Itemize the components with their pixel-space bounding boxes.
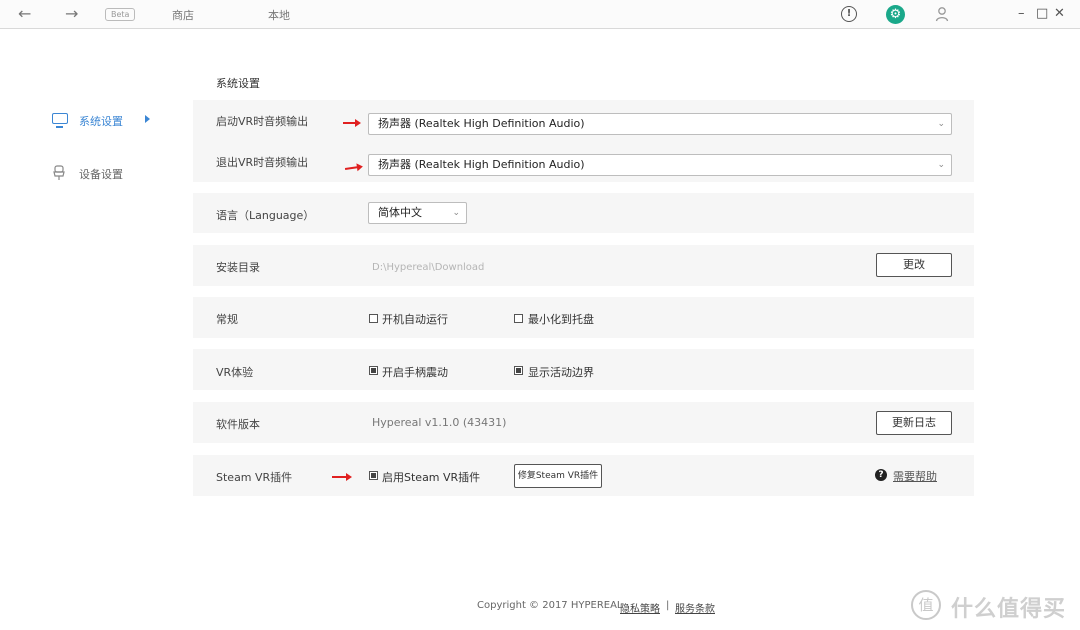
page-title: 系统设置 <box>216 77 260 90</box>
version-label: 软件版本 <box>216 418 260 431</box>
show-boundary-checkbox[interactable] <box>514 366 523 375</box>
select-value: 简体中文 <box>378 206 422 219</box>
beta-badge: Beta <box>105 8 136 21</box>
enable-steam-vr-checkbox[interactable] <box>369 471 378 480</box>
install-dir-value: D:\Hypereal\Download <box>372 262 485 273</box>
changelog-button[interactable]: 更新日志 <box>876 411 952 435</box>
tab-store[interactable]: 商店 <box>172 7 194 23</box>
alert-circle-icon[interactable]: ! <box>841 6 857 22</box>
close-icon[interactable]: ✕ <box>1054 6 1065 22</box>
user-icon[interactable] <box>934 6 950 22</box>
select-value: 扬声器 (Realtek High Definition Audio) <box>378 117 585 130</box>
audio-exit-label: 退出VR时音频输出 <box>216 156 309 169</box>
sidebar-item-system-settings[interactable]: 系统设置 <box>52 110 162 130</box>
device-icon <box>52 165 68 181</box>
red-arrow-annotation <box>343 119 361 127</box>
auto-start-checkbox[interactable] <box>369 314 378 323</box>
footer-separator: | <box>666 600 670 611</box>
sidebar-item-label: 系统设置 <box>79 115 123 128</box>
version-card <box>193 402 974 443</box>
caret-right-icon <box>145 115 150 123</box>
minimize-tray-label[interactable]: 最小化到托盘 <box>528 311 594 327</box>
privacy-link[interactable]: 隐私策略 <box>620 600 660 615</box>
watermark-logo-icon: 值 <box>911 590 941 620</box>
vr-experience-label: VR体验 <box>216 366 254 379</box>
change-button[interactable]: 更改 <box>876 253 952 277</box>
chevron-down-icon: ⌄ <box>452 208 460 218</box>
controller-vibration-label[interactable]: 开启手柄震动 <box>382 364 448 380</box>
enable-steam-vr-label[interactable]: 启用Steam VR插件 <box>382 469 480 485</box>
question-circle-icon[interactable]: ? <box>875 469 887 481</box>
arrow-left-icon[interactable]: ← <box>18 4 31 24</box>
terms-link[interactable]: 服务条款 <box>675 600 715 615</box>
monitor-icon <box>52 113 68 128</box>
watermark-text: 什么值得买 <box>951 597 1067 622</box>
title-bar: ← → Beta 商店 本地 ! ⚙ – □ ✕ <box>0 0 1080 29</box>
audio-start-select[interactable]: 扬声器 (Realtek High Definition Audio) ⌄ <box>368 113 952 135</box>
copyright-text: Copyright © 2017 HYPEREAL <box>477 600 623 611</box>
arrow-right-icon[interactable]: → <box>65 4 78 24</box>
repair-steam-vr-button[interactable]: 修复Steam VR插件 <box>514 464 602 488</box>
language-select[interactable]: 简体中文 ⌄ <box>368 202 467 224</box>
audio-start-label: 启动VR时音频输出 <box>216 115 309 128</box>
general-label: 常规 <box>216 313 238 326</box>
minimize-icon[interactable]: – <box>1018 6 1025 22</box>
language-label: 语言（Language） <box>216 209 315 222</box>
chevron-down-icon: ⌄ <box>937 119 945 129</box>
sidebar-item-label: 设备设置 <box>79 168 123 181</box>
auto-start-label[interactable]: 开机自动运行 <box>382 311 448 327</box>
minimize-tray-checkbox[interactable] <box>514 314 523 323</box>
tab-local[interactable]: 本地 <box>268 7 290 23</box>
show-boundary-label[interactable]: 显示活动边界 <box>528 364 594 380</box>
version-value: Hypereal v1.1.0 (43431) <box>372 416 507 429</box>
steam-vr-label: Steam VR插件 <box>216 471 293 484</box>
install-dir-label: 安装目录 <box>216 261 260 274</box>
sidebar-item-device-settings[interactable]: 设备设置 <box>52 163 162 183</box>
chevron-down-icon: ⌄ <box>937 160 945 170</box>
audio-exit-select[interactable]: 扬声器 (Realtek High Definition Audio) ⌄ <box>368 154 952 176</box>
controller-vibration-checkbox[interactable] <box>369 366 378 375</box>
select-value: 扬声器 (Realtek High Definition Audio) <box>378 158 585 171</box>
red-arrow-annotation <box>332 473 352 481</box>
install-dir-card <box>193 245 974 286</box>
maximize-icon[interactable]: □ <box>1036 6 1048 22</box>
help-link[interactable]: 需要帮助 <box>893 468 937 484</box>
gear-icon[interactable]: ⚙ <box>886 5 905 24</box>
